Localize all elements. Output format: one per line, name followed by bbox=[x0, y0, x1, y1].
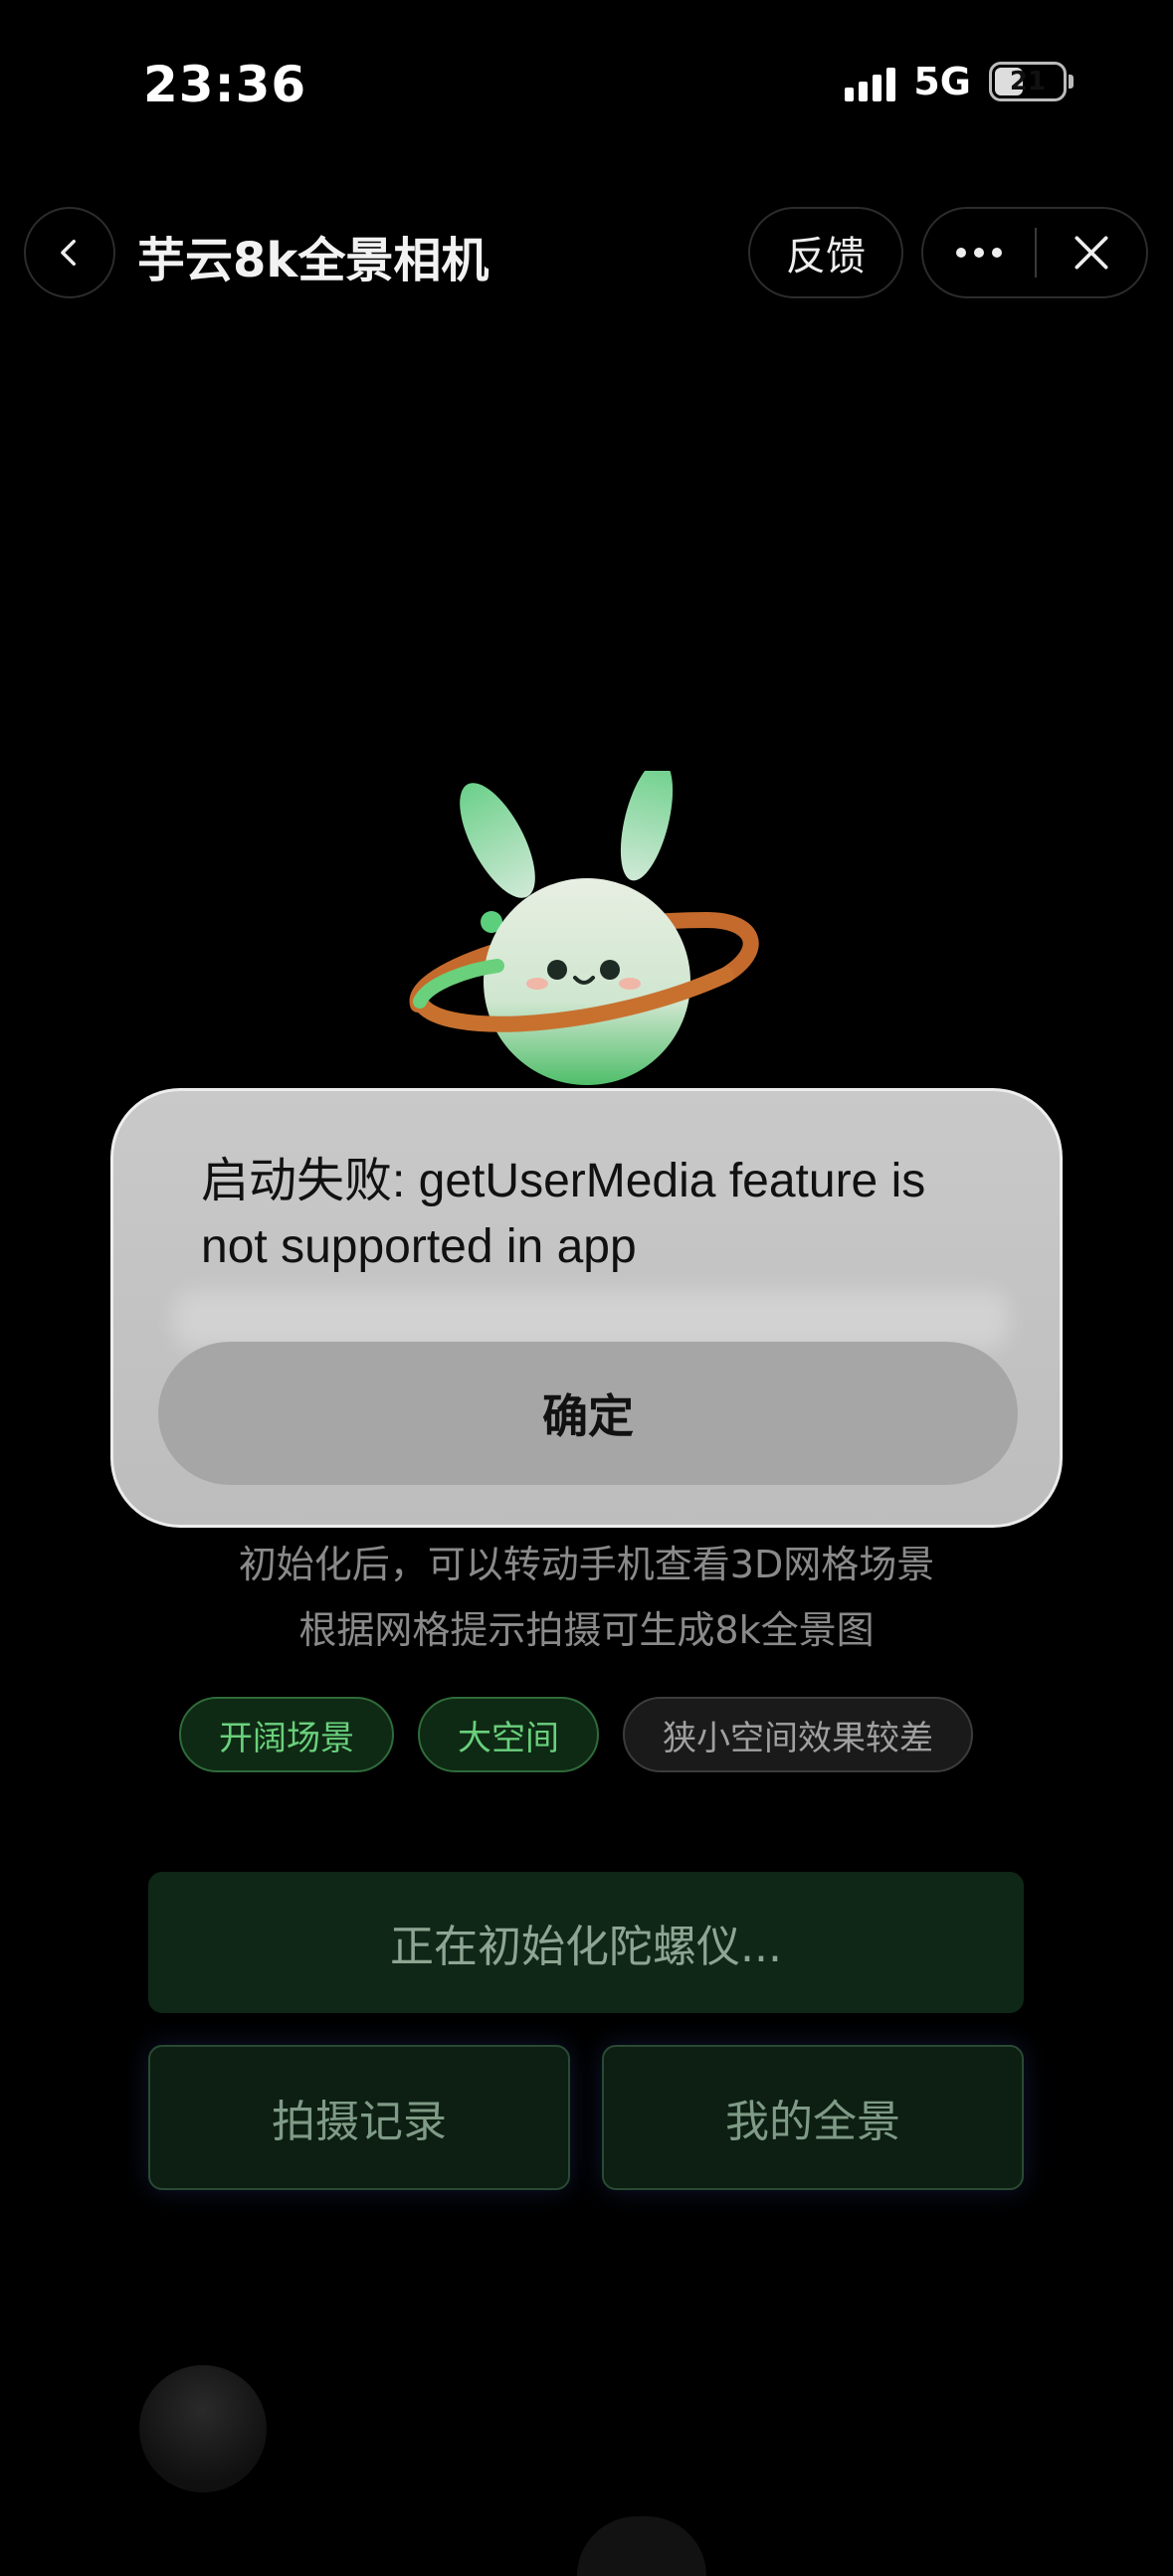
tag-large-space: 大空间 bbox=[418, 1697, 599, 1772]
more-button[interactable] bbox=[923, 209, 1035, 296]
battery-level: 21 bbox=[1009, 67, 1047, 96]
info-line-1: 初始化后，可以转动手机查看3D网格场景 bbox=[238, 1543, 935, 1586]
feedback-button[interactable]: 反馈 bbox=[748, 207, 903, 298]
battery-tip bbox=[1069, 75, 1074, 89]
status-indicators: 5G 21 bbox=[845, 60, 1074, 103]
network-type: 5G bbox=[913, 60, 971, 103]
error-dialog: 启动失败: getUserMedia feature is not suppor… bbox=[110, 1088, 1063, 1528]
dialog-message: 启动失败: getUserMedia feature is not suppor… bbox=[201, 1155, 926, 1273]
info-line-2: 根据网格提示拍摄可生成8k全景图 bbox=[298, 1608, 875, 1652]
miniapp-capsule bbox=[921, 207, 1148, 298]
tag-open-scene: 开阔场景 bbox=[179, 1697, 394, 1772]
chevron-left-icon bbox=[61, 239, 76, 267]
more-dot-icon bbox=[992, 248, 1002, 258]
close-button[interactable] bbox=[1037, 209, 1146, 296]
my-panorama-button[interactable]: 我的全景 bbox=[602, 2045, 1024, 2190]
more-dot-icon bbox=[974, 248, 984, 258]
signal-icon bbox=[845, 62, 896, 101]
dialog-blurred-content bbox=[173, 1290, 1009, 1350]
tag-chips: 开阔场景 大空间 狭小空间效果较差 bbox=[179, 1697, 973, 1772]
init-gyroscope-button[interactable]: 正在初始化陀螺仪... bbox=[148, 1872, 1024, 2013]
page-title: 芋云8k全景相机 bbox=[137, 233, 489, 288]
tag-small-space: 狭小空间效果较差 bbox=[623, 1697, 973, 1772]
status-time: 23:36 bbox=[143, 56, 307, 113]
floating-ball[interactable] bbox=[139, 2365, 267, 2492]
close-icon bbox=[1075, 236, 1108, 270]
floating-ball-partial bbox=[577, 2516, 706, 2576]
battery-icon: 21 bbox=[989, 62, 1067, 101]
rabbit-mascot-icon bbox=[409, 771, 759, 1085]
confirm-button[interactable]: 确定 bbox=[158, 1342, 1018, 1485]
capture-records-button[interactable]: 拍摄记录 bbox=[148, 2045, 570, 2190]
more-dot-icon bbox=[956, 248, 966, 258]
back-button[interactable] bbox=[24, 207, 115, 298]
